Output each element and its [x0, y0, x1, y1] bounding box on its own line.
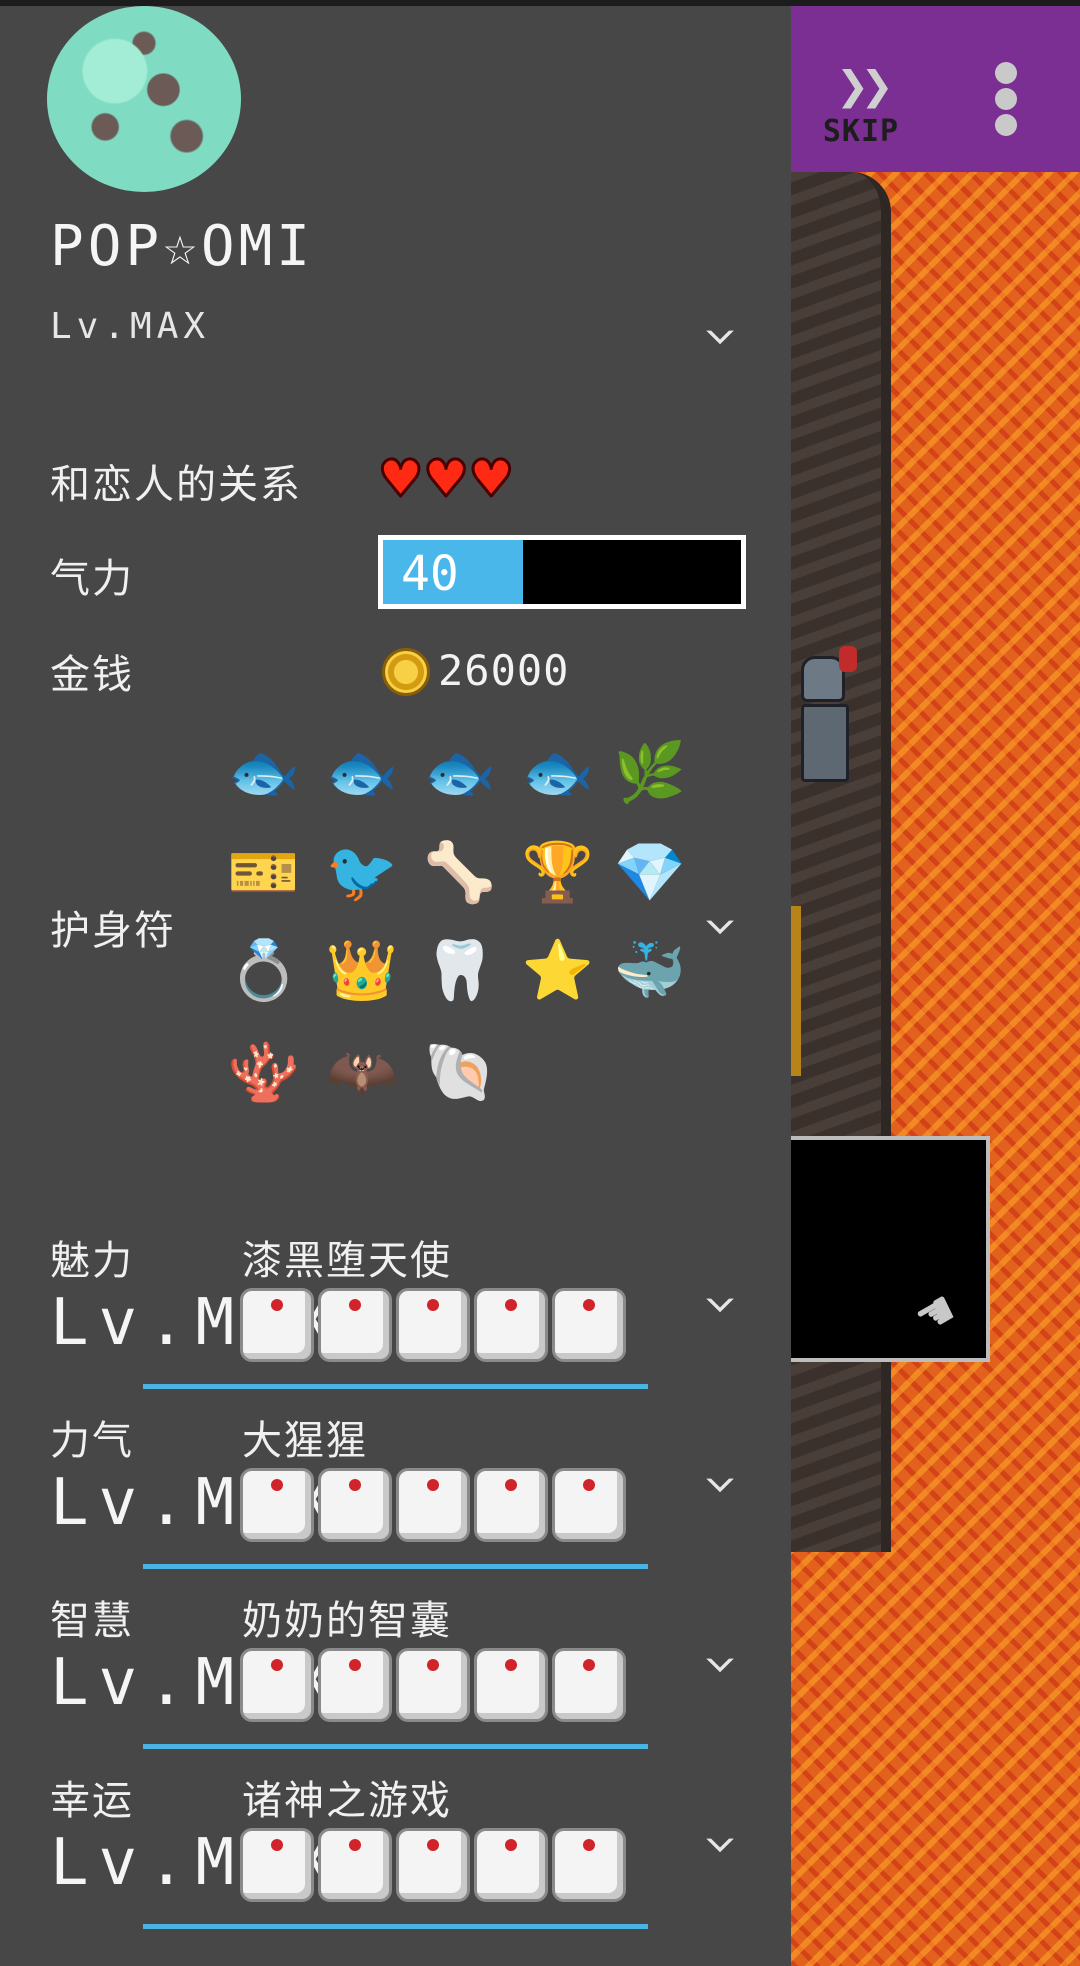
energy-bar: 40 — [378, 535, 746, 609]
whale-charm-icon: 🐳 — [613, 935, 687, 1004]
status-panel: POP☆OMI Lv.MAX ⌄ 和恋人的关系 ♥ ♥ ♥ 气力 40 金钱 2… — [0, 6, 791, 1966]
dice-row — [240, 1468, 626, 1542]
relationship-hearts: ♥ ♥ ♥ — [380, 442, 511, 515]
money-amount: 26000 — [438, 646, 570, 695]
goblet-charm-icon: 🏆 — [521, 837, 595, 906]
die-icon — [552, 1828, 626, 1902]
die-icon — [552, 1648, 626, 1722]
fossil-charm-icon: 🦴 — [423, 837, 497, 906]
attribute-title: 大猩猩 — [242, 1418, 368, 1464]
die-icon — [474, 1288, 548, 1362]
attribute-name: 智慧 — [50, 1598, 134, 1644]
fish-charm-icon: 🐟 — [227, 737, 301, 806]
attribute-name: 魅力 — [50, 1238, 134, 1284]
heart-icon: ♥ — [380, 442, 420, 515]
more-menu-icon[interactable] — [991, 58, 1021, 138]
money-label: 金钱 — [50, 652, 134, 698]
die-icon — [474, 1828, 548, 1902]
attribute-underline — [143, 1744, 648, 1749]
shell-charm-icon: 🐚 — [423, 1037, 497, 1106]
charms-label: 护身符 — [50, 908, 176, 954]
chevron-down-icon[interactable]: ⌄ — [702, 1454, 738, 1494]
die-icon — [474, 1648, 548, 1722]
die-icon — [240, 1648, 314, 1722]
attribute-title: 奶奶的智囊 — [242, 1598, 452, 1644]
hand-pointer-icon: ☚ — [905, 1277, 967, 1352]
die-icon — [318, 1828, 392, 1902]
tooth-charm-icon: 🦷 — [423, 935, 497, 1004]
skip-label: SKIP — [822, 114, 900, 149]
energy-value: 40 — [401, 546, 459, 602]
fish-charm-icon: 🐟 — [423, 737, 497, 806]
heart-icon: ♥ — [471, 442, 511, 515]
chevron-down-icon[interactable]: ⌄ — [702, 1274, 738, 1314]
starfish-charm-icon: ⭐ — [521, 935, 595, 1004]
die-icon — [318, 1648, 392, 1722]
character-edge — [791, 906, 801, 1076]
attribute-name: 力气 — [50, 1418, 134, 1464]
ticket-charm-icon: 🎫 — [227, 837, 301, 906]
die-icon — [240, 1288, 314, 1362]
die-icon — [240, 1828, 314, 1902]
branch-charm-icon: 🌿 — [613, 737, 687, 806]
player-level: Lv.MAX — [50, 306, 211, 347]
dialog-box[interactable]: ☚ — [791, 1136, 990, 1362]
avatar — [47, 6, 241, 192]
coin-icon — [382, 648, 430, 696]
die-icon — [474, 1468, 548, 1542]
fast-forward-icon: ❯❯ — [836, 54, 893, 117]
knight-sprite — [801, 646, 857, 786]
relationship-label: 和恋人的关系 — [50, 462, 302, 508]
bird-charm-icon: 🐦 — [325, 837, 399, 906]
coral-charm-icon: 🪸 — [227, 1037, 301, 1106]
fish-charm-icon: 🐟 — [521, 737, 595, 806]
chevron-down-icon[interactable]: ⌄ — [702, 306, 738, 346]
game-view[interactable]: ❯❯ SKIP ☚ — [791, 6, 1080, 1966]
die-icon — [240, 1468, 314, 1542]
dice-row — [240, 1288, 626, 1362]
attribute-underline — [143, 1384, 648, 1389]
energy-label: 气力 — [50, 556, 134, 602]
game-header: ❯❯ SKIP — [791, 6, 1080, 172]
fish-charm-icon: 🐟 — [325, 737, 399, 806]
die-icon — [318, 1468, 392, 1542]
die-icon — [396, 1648, 470, 1722]
dice-row — [240, 1648, 626, 1722]
crystal-charm-icon: 💎 — [613, 837, 687, 906]
attribute-name: 幸运 — [50, 1778, 134, 1824]
attribute-underline — [143, 1924, 648, 1929]
player-name: POP☆OMI — [50, 214, 315, 279]
skip-button[interactable]: ❯❯ SKIP — [811, 54, 911, 164]
die-icon — [396, 1828, 470, 1902]
chevron-down-icon[interactable]: ⌄ — [702, 896, 738, 936]
attribute-title: 漆黑堕天使 — [242, 1238, 452, 1284]
attribute-underline — [143, 1564, 648, 1569]
die-icon — [552, 1468, 626, 1542]
die-icon — [552, 1288, 626, 1362]
ring-charm-icon: 💍 — [227, 935, 301, 1004]
die-icon — [396, 1288, 470, 1362]
chevron-down-icon[interactable]: ⌄ — [702, 1634, 738, 1674]
chevron-down-icon[interactable]: ⌄ — [702, 1814, 738, 1854]
bat-charm-icon: 🦇 — [325, 1037, 399, 1106]
attribute-title: 诸神之游戏 — [242, 1778, 452, 1824]
dice-row — [240, 1828, 626, 1902]
heart-icon: ♥ — [426, 442, 466, 515]
crown-charm-icon: 👑 — [325, 935, 399, 1004]
die-icon — [396, 1468, 470, 1542]
die-icon — [318, 1288, 392, 1362]
